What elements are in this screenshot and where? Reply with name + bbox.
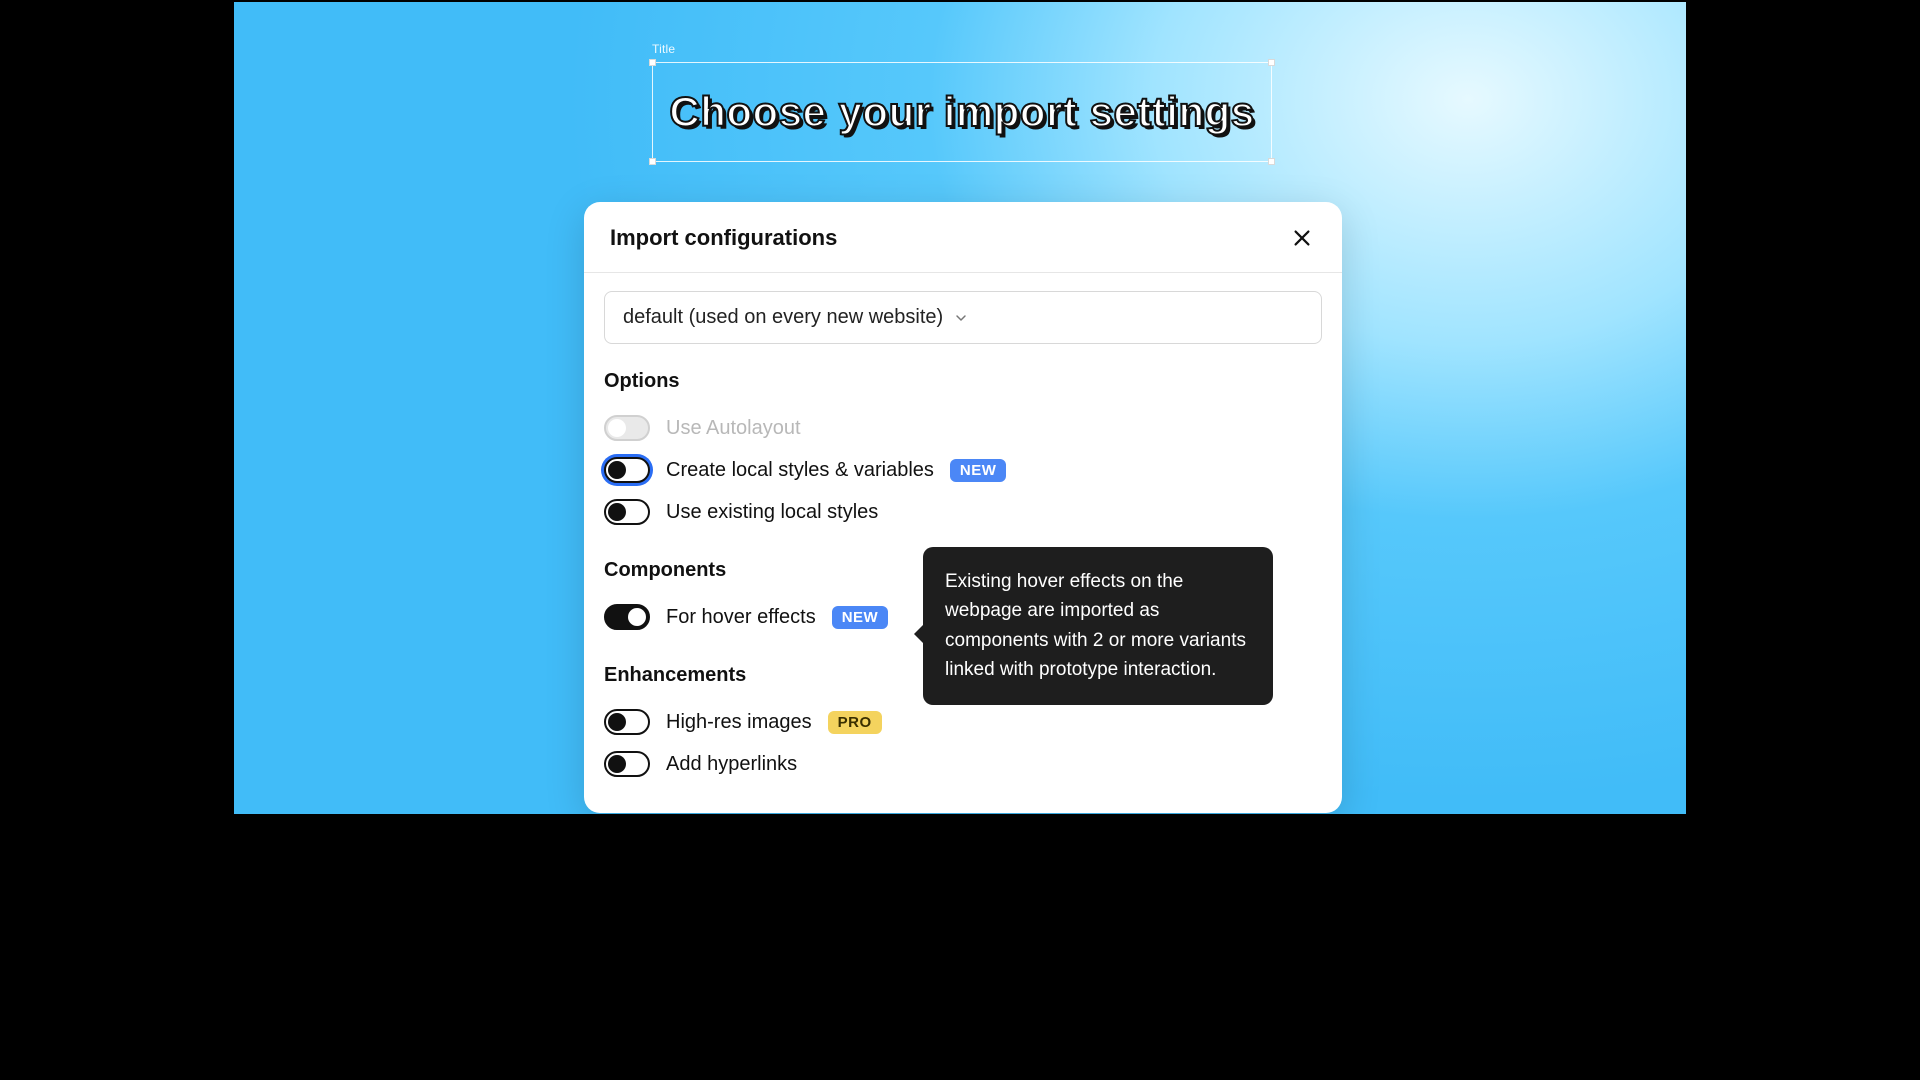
modal-header: Import configurations [584, 202, 1342, 273]
tooltip-text: Existing hover effects on the webpage ar… [945, 571, 1246, 680]
toggle-hover-effects[interactable] [604, 604, 650, 630]
select-value: default (used on every new website) [623, 306, 943, 329]
option-row-create-styles: Create local styles & variables NEW [604, 449, 1322, 491]
option-label: Use existing local styles [666, 501, 878, 524]
modal-title: Import configurations [610, 225, 837, 251]
section-heading-options: Options [604, 370, 1322, 393]
option-row-use-existing: Use existing local styles [604, 491, 1322, 533]
option-row-hyperlinks: Add hyperlinks [604, 743, 1322, 785]
option-label: Add hyperlinks [666, 753, 797, 776]
new-badge: NEW [832, 606, 889, 629]
option-label: High-res images [666, 711, 812, 734]
option-row-highres: High-res images PRO [604, 701, 1322, 743]
pro-badge: PRO [828, 711, 882, 734]
new-badge: NEW [950, 459, 1007, 482]
frame-label: Title [652, 42, 675, 56]
hover-effects-tooltip: Existing hover effects on the webpage ar… [923, 547, 1273, 705]
option-label: Use Autolayout [666, 417, 801, 440]
config-preset-select[interactable]: default (used on every new website) [604, 291, 1322, 344]
chevron-down-icon [953, 310, 969, 326]
toggle-highres[interactable] [604, 709, 650, 735]
option-label: Create local styles & variables [666, 459, 934, 482]
toggle-autolayout [604, 415, 650, 441]
close-button[interactable] [1288, 224, 1316, 252]
canvas-stage: Title Choose your import settings Import… [232, 0, 1688, 816]
toggle-hyperlinks[interactable] [604, 751, 650, 777]
option-row-autolayout: Use Autolayout [604, 407, 1322, 449]
toggle-create-styles[interactable] [604, 457, 650, 483]
close-icon [1291, 227, 1313, 249]
page-title: Choose your import settings [652, 62, 1272, 162]
option-label: For hover effects [666, 606, 816, 629]
import-config-modal: Import configurations default (used on e… [584, 202, 1342, 813]
toggle-use-existing[interactable] [604, 499, 650, 525]
modal-body: default (used on every new website) Opti… [584, 273, 1342, 813]
